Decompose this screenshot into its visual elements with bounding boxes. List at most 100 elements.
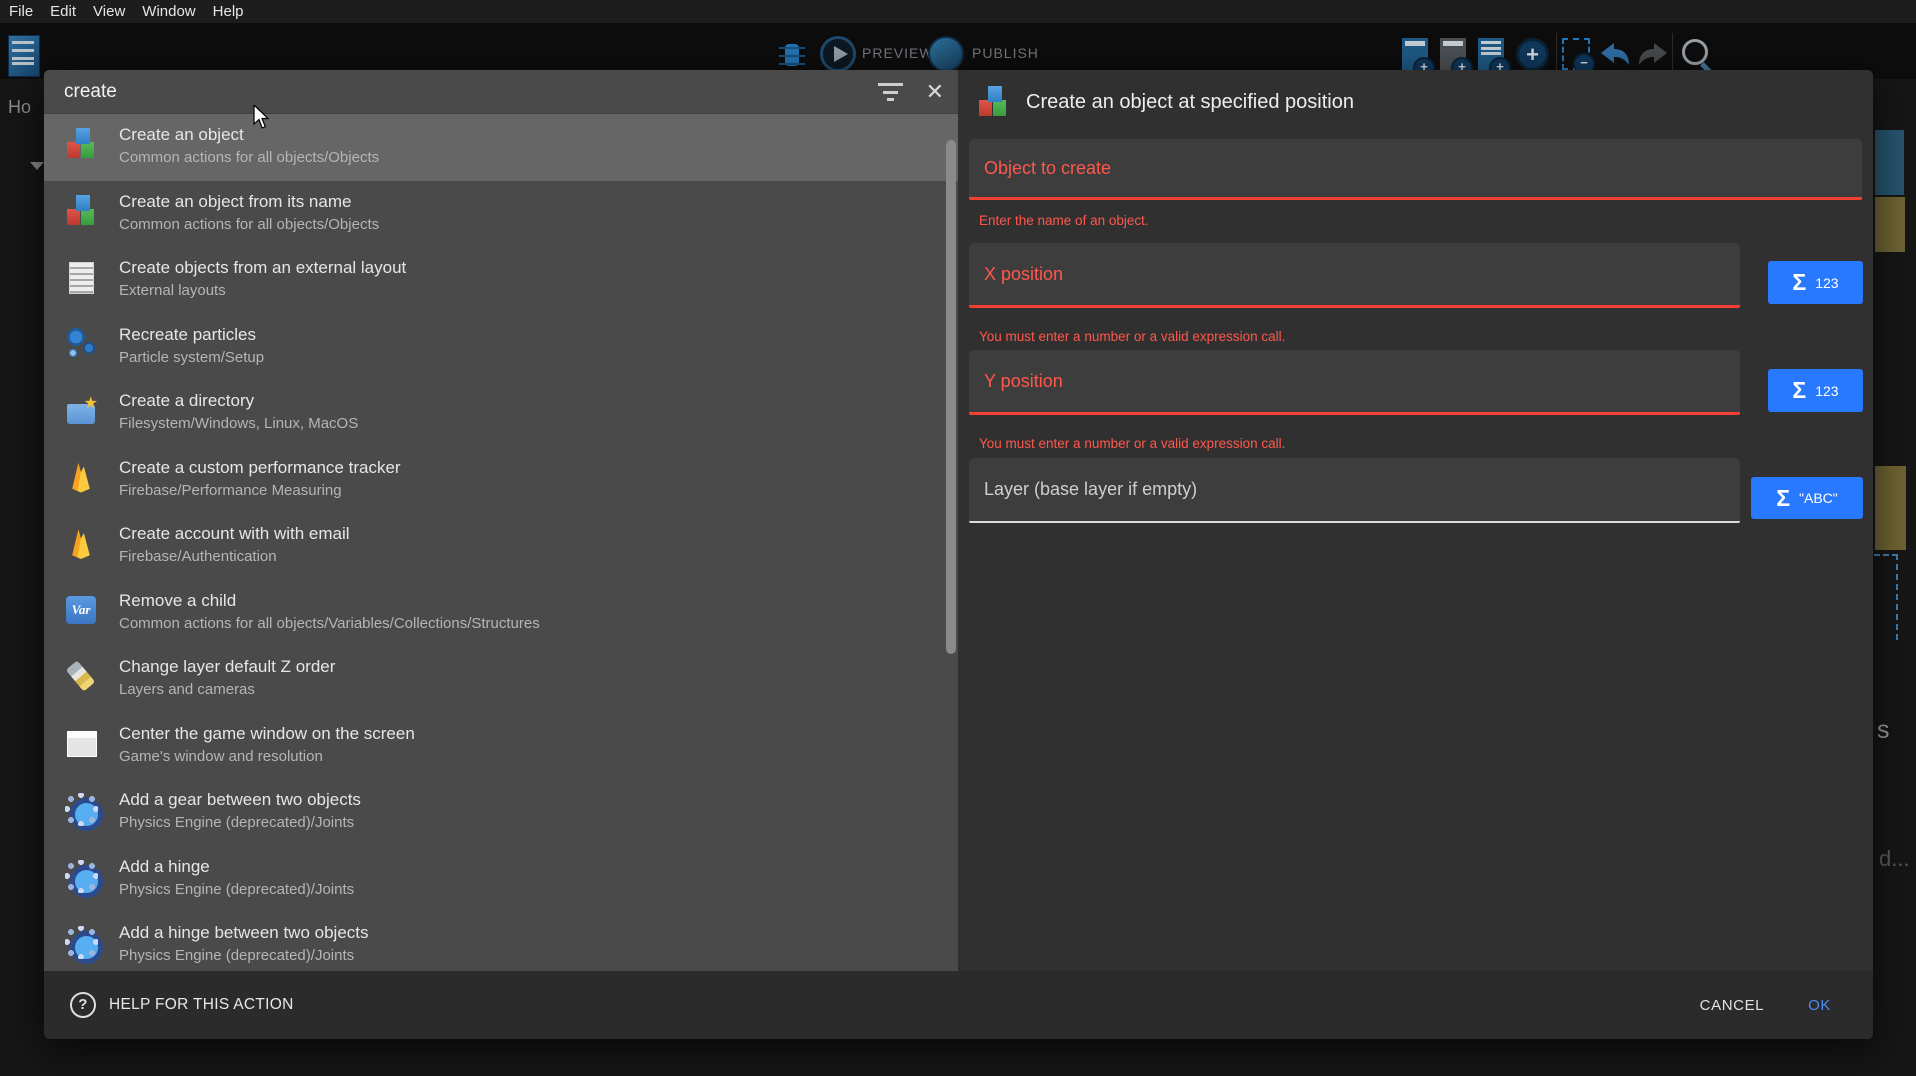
list-item[interactable]: Remove a child Common actions for all ob… bbox=[44, 580, 958, 647]
search-bar: create ✕ bbox=[44, 70, 958, 114]
cancel-button[interactable]: CANCEL bbox=[1700, 997, 1764, 1014]
mouse-cursor bbox=[253, 105, 275, 131]
list-item[interactable]: Create a custom performance tracker Fire… bbox=[44, 447, 958, 514]
instruction-text: Change layer default Z order Layers and … bbox=[119, 655, 335, 713]
menu-item-window[interactable]: Window bbox=[142, 3, 195, 20]
scrollbar-thumb[interactable] bbox=[946, 140, 956, 654]
chevron-down-icon bbox=[30, 162, 44, 170]
list-item[interactable]: Create a directory Filesystem/Windows, L… bbox=[44, 380, 958, 447]
instruction-subtitle: Physics Engine (deprecated)/Joints bbox=[119, 945, 369, 966]
instruction-subtitle: External layouts bbox=[119, 280, 406, 301]
menu-bar: File Edit View Window Help bbox=[0, 0, 1916, 23]
list-item[interactable]: Recreate particles Particle system/Setup bbox=[44, 314, 958, 381]
firebase-icon bbox=[63, 525, 99, 561]
y-expression-button[interactable]: Σ 123 bbox=[1768, 369, 1863, 412]
background-text-fragment: d... bbox=[1879, 846, 1910, 872]
publish-button[interactable]: PUBLISH bbox=[972, 45, 1039, 61]
menu-item-help[interactable]: Help bbox=[213, 3, 244, 20]
list-item[interactable]: Add a hinge Physics Engine (deprecated)/… bbox=[44, 846, 958, 913]
y-position-field[interactable]: Y position bbox=[969, 350, 1740, 415]
list-item[interactable]: Add a gear between two objects Physics E… bbox=[44, 779, 958, 846]
instruction-subtitle: Common actions for all objects/Objects bbox=[119, 214, 379, 235]
background-selection-fragment bbox=[1875, 197, 1905, 252]
instruction-subtitle: Firebase/Authentication bbox=[119, 546, 350, 567]
instruction-subtitle: Layers and cameras bbox=[119, 679, 335, 700]
preview-play-icon[interactable] bbox=[820, 36, 856, 72]
ok-button[interactable]: OK bbox=[1808, 997, 1831, 1014]
expression-button-label: "ABC" bbox=[1799, 490, 1838, 506]
instruction-title: Remove a child bbox=[119, 589, 540, 613]
add-scene-icon[interactable] bbox=[1402, 38, 1428, 72]
instruction-subtitle: Physics Engine (deprecated)/Joints bbox=[119, 879, 354, 900]
instruction-title: Create objects from an external layout bbox=[119, 256, 406, 280]
help-button[interactable]: ? HELP FOR THIS ACTION bbox=[70, 992, 294, 1018]
instruction-text: Add a hinge between two objects Physics … bbox=[119, 921, 369, 971]
instruction-title: Create account with with email bbox=[119, 522, 350, 546]
instruction-subtitle: Filesystem/Windows, Linux, MacOS bbox=[119, 413, 358, 434]
object-to-create-field[interactable]: Object to create bbox=[969, 139, 1862, 200]
menu-item-view[interactable]: View bbox=[93, 3, 125, 20]
background-dashed-selection bbox=[1874, 554, 1898, 640]
instruction-subtitle: Game's window and resolution bbox=[119, 746, 415, 767]
instruction-text: Create a directory Filesystem/Windows, L… bbox=[119, 389, 358, 447]
instruction-text: Create account with with email Firebase/… bbox=[119, 522, 350, 580]
add-external-layout-icon[interactable] bbox=[1478, 38, 1504, 72]
sigma-icon: Σ bbox=[1792, 379, 1806, 402]
list-item[interactable]: Center the game window on the screen Gam… bbox=[44, 713, 958, 780]
toolbar-divider bbox=[1556, 33, 1557, 71]
list-item[interactable]: Create account with with email Firebase/… bbox=[44, 513, 958, 580]
preview-button[interactable]: PREVIEW bbox=[862, 45, 934, 61]
help-button-label: HELP FOR THIS ACTION bbox=[109, 996, 294, 1014]
instruction-list: Create an object Common actions for all … bbox=[44, 114, 958, 971]
physics-icon bbox=[63, 858, 99, 894]
toolbar-divider bbox=[1672, 33, 1673, 71]
close-icon[interactable]: ✕ bbox=[926, 81, 944, 103]
publish-globe-icon[interactable] bbox=[928, 36, 964, 72]
objects-cubes-icon bbox=[63, 126, 99, 162]
layer-expression-button[interactable]: Σ "ABC" bbox=[1751, 477, 1863, 519]
instruction-text: Add a hinge Physics Engine (deprecated)/… bbox=[119, 855, 354, 913]
list-item[interactable]: Create objects from an external layout E… bbox=[44, 247, 958, 314]
list-item[interactable]: Add a hinge between two objects Physics … bbox=[44, 912, 958, 971]
search-input[interactable]: create bbox=[64, 81, 878, 103]
list-item[interactable]: Create an object Common actions for all … bbox=[44, 114, 958, 181]
instruction-text: Create a custom performance tracker Fire… bbox=[119, 456, 401, 514]
search-icon[interactable] bbox=[1682, 39, 1708, 65]
undo-icon[interactable] bbox=[1598, 39, 1632, 69]
instruction-text: Create an object from its name Common ac… bbox=[119, 190, 379, 248]
debug-icon[interactable] bbox=[779, 39, 805, 69]
add-icon[interactable]: + bbox=[1516, 38, 1549, 71]
folder-icon bbox=[63, 392, 99, 428]
filter-icon[interactable] bbox=[878, 82, 903, 101]
remove-selection-icon[interactable] bbox=[1562, 38, 1590, 70]
list-item[interactable]: Change layer default Z order Layers and … bbox=[44, 646, 958, 713]
detail-header: Create an object at specified position bbox=[975, 84, 1354, 120]
dialog-footer: ? HELP FOR THIS ACTION CANCEL OK bbox=[44, 971, 1873, 1039]
background-text-fragment: s bbox=[1877, 716, 1890, 745]
x-expression-button[interactable]: Σ 123 bbox=[1768, 261, 1863, 304]
layer-field[interactable]: Layer (base layer if empty) bbox=[969, 458, 1740, 523]
instruction-subtitle: Common actions for all objects/Objects bbox=[119, 147, 379, 168]
instruction-text: Recreate particles Particle system/Setup bbox=[119, 323, 264, 381]
project-manager-icon[interactable] bbox=[8, 35, 40, 77]
question-mark-icon: ? bbox=[70, 992, 96, 1018]
instruction-text: Create an object Common actions for all … bbox=[119, 123, 379, 181]
field-placeholder: X position bbox=[984, 264, 1063, 285]
menu-item-edit[interactable]: Edit bbox=[50, 3, 76, 20]
instruction-title: Add a hinge bbox=[119, 855, 354, 879]
instruction-title: Change layer default Z order bbox=[119, 655, 335, 679]
sigma-icon: Σ bbox=[1792, 271, 1806, 294]
x-position-field[interactable]: X position bbox=[969, 243, 1740, 308]
background-panel-fragment bbox=[1875, 130, 1904, 195]
redo-icon[interactable] bbox=[1636, 39, 1670, 69]
particles-icon bbox=[63, 326, 99, 362]
instruction-subtitle: Particle system/Setup bbox=[119, 347, 264, 368]
list-item[interactable]: Create an object from its name Common ac… bbox=[44, 181, 958, 248]
add-external-events-icon[interactable] bbox=[1440, 38, 1466, 72]
instruction-search-panel: create ✕ Create an object Common actions… bbox=[44, 70, 958, 971]
background-tab-fragment: Ho bbox=[8, 97, 31, 118]
instruction-title: Add a gear between two objects bbox=[119, 788, 361, 812]
menu-item-file[interactable]: File bbox=[9, 3, 33, 20]
detail-title: Create an object at specified position bbox=[1026, 91, 1354, 114]
instruction-title: Create an object bbox=[119, 123, 379, 147]
